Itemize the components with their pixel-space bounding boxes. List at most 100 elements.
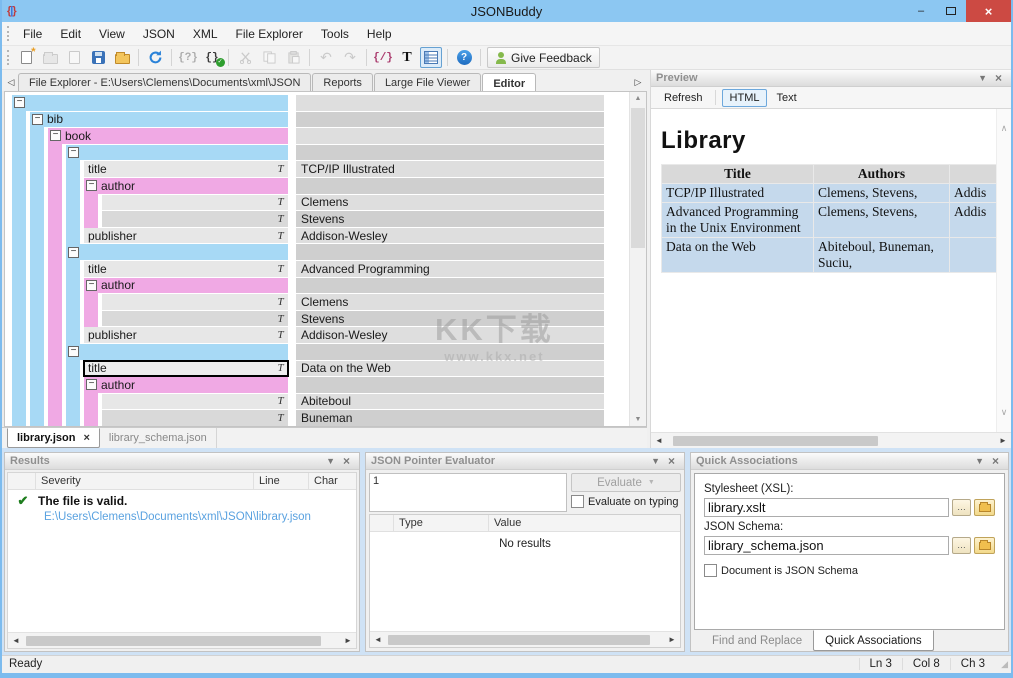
tab-reports[interactable]: Reports: [312, 73, 373, 91]
preview-horizontal-scrollbar[interactable]: ◄ ►: [651, 432, 1011, 448]
scroll-up-icon[interactable]: ∧: [997, 123, 1011, 134]
collapse-icon[interactable]: −: [68, 247, 79, 258]
tree-container-header[interactable]: −: [12, 95, 288, 111]
tab-file[interactable]: File Explorer - E:\Users\Clemens\Documen…: [18, 73, 311, 91]
tree-value-cell[interactable]: Stevens: [296, 311, 604, 327]
close-panel-icon[interactable]: ×: [991, 71, 1006, 85]
tree-name-cell[interactable]: publisherT: [84, 327, 288, 343]
pin-menu-icon[interactable]: ▼: [971, 456, 988, 466]
refresh-button[interactable]: Refresh: [656, 89, 711, 107]
stylesheet-input[interactable]: [704, 498, 949, 517]
menu-xml[interactable]: XML: [184, 23, 227, 45]
tab-scroll-right-icon[interactable]: ▷: [631, 77, 645, 91]
tab-quick-associations[interactable]: Quick Associations: [813, 630, 934, 651]
evaluate-on-typing-checkbox[interactable]: [571, 495, 584, 508]
tree-value-cell[interactable]: [296, 145, 604, 161]
column-value[interactable]: Value: [489, 515, 680, 531]
tree-container-header[interactable]: −: [66, 344, 288, 360]
tab-editor[interactable]: Editor: [482, 73, 536, 92]
column-type[interactable]: Type: [394, 515, 489, 531]
column-severity[interactable]: Severity: [36, 473, 254, 489]
column-line[interactable]: Line: [254, 473, 309, 489]
tree-container-header[interactable]: −: [66, 244, 288, 260]
menu-file-explorer[interactable]: File Explorer: [227, 23, 312, 45]
tree-value-cell[interactable]: [296, 377, 604, 393]
tab-large[interactable]: Large File Viewer: [374, 73, 481, 91]
column-char[interactable]: Char: [309, 473, 356, 489]
scrollbar-thumb[interactable]: [26, 636, 321, 646]
tree-value-cell[interactable]: [296, 128, 604, 144]
tree-value-cell[interactable]: [296, 278, 604, 294]
collapse-icon[interactable]: −: [68, 147, 79, 158]
menu-file[interactable]: File: [14, 23, 51, 45]
browse-schema-button[interactable]: …: [952, 537, 971, 554]
close-button[interactable]: ×: [966, 0, 1011, 22]
refresh-button[interactable]: [144, 47, 166, 68]
help-button[interactable]: ?: [453, 47, 475, 68]
menu-edit[interactable]: Edit: [51, 23, 90, 45]
pin-menu-icon[interactable]: ▼: [974, 73, 991, 83]
close-panel-icon[interactable]: ×: [664, 454, 679, 468]
tree-value-cell[interactable]: Addison-Wesley: [296, 228, 604, 244]
collapse-icon[interactable]: −: [32, 114, 43, 125]
tree-value-cell[interactable]: Advanced Programming: [296, 261, 604, 277]
json-syntax-button[interactable]: {/}: [372, 47, 394, 68]
result-row[interactable]: ✔ The file is valid.: [8, 493, 356, 509]
pin-menu-icon[interactable]: ▼: [647, 456, 664, 466]
check-wellformed-button[interactable]: {}✓: [201, 47, 223, 68]
tree-name-cell[interactable]: T: [102, 394, 288, 410]
grid-view-button[interactable]: [420, 47, 442, 68]
evaluator-horizontal-scrollbar[interactable]: ◄ ►: [370, 631, 680, 647]
menu-json[interactable]: JSON: [134, 23, 184, 45]
pin-menu-icon[interactable]: ▼: [322, 456, 339, 466]
tree-name-cell[interactable]: T: [102, 311, 288, 327]
tab-find-and-replace[interactable]: Find and Replace: [701, 630, 813, 651]
document-is-schema-checkbox[interactable]: [704, 564, 717, 577]
scroll-right-icon[interactable]: ►: [664, 635, 680, 644]
tree-name-cell[interactable]: T: [102, 410, 288, 426]
result-file-link[interactable]: E:\Users\Clemens\Documents\xml\JSON\libr…: [44, 511, 356, 523]
tree-container-header[interactable]: −: [66, 145, 288, 161]
collapse-icon[interactable]: −: [50, 130, 61, 141]
maximize-button[interactable]: [936, 0, 966, 22]
scroll-down-icon[interactable]: ▼: [630, 416, 646, 423]
scroll-down-icon[interactable]: ∨: [997, 407, 1011, 418]
close-panel-icon[interactable]: ×: [988, 454, 1003, 468]
resize-grip-icon[interactable]: ◢: [1001, 659, 1008, 670]
schema-input[interactable]: [704, 536, 949, 555]
tree-value-cell[interactable]: Clemens: [296, 195, 604, 211]
tree-name-cell[interactable]: titleT: [84, 261, 288, 277]
collapse-icon[interactable]: −: [86, 180, 97, 191]
pointer-expression-input[interactable]: 1: [369, 473, 567, 512]
tree-value-cell[interactable]: [296, 178, 604, 194]
new-document-button[interactable]: *: [15, 47, 37, 68]
tree-value-cell[interactable]: [296, 95, 604, 111]
file-tab-library-json[interactable]: library.json ×: [7, 428, 100, 448]
tree-name-cell[interactable]: T: [102, 294, 288, 310]
open-stylesheet-button[interactable]: [974, 499, 995, 516]
scrollbar-thumb[interactable]: [673, 436, 878, 446]
tree-value-cell[interactable]: Stevens: [296, 211, 604, 227]
collapse-icon[interactable]: −: [68, 346, 79, 357]
scrollbar-thumb[interactable]: [388, 635, 650, 645]
open-folder-button[interactable]: [111, 47, 133, 68]
tree-value-cell[interactable]: Buneman: [296, 410, 604, 426]
tree-value-cell[interactable]: Addison-Wesley: [296, 327, 604, 343]
scrollbar-thumb[interactable]: [631, 108, 645, 248]
file-tab-library-schema-json[interactable]: library_schema.json: [100, 428, 217, 448]
evaluate-button[interactable]: Evaluate ▼: [571, 473, 681, 492]
collapse-icon[interactable]: −: [14, 97, 25, 108]
tab-text[interactable]: Text: [769, 90, 803, 106]
preview-vertical-scrollbar[interactable]: ∧ ∨: [996, 109, 1011, 432]
tree-container-header[interactable]: −bib: [30, 112, 288, 128]
collapse-icon[interactable]: −: [86, 280, 97, 291]
tree-container-header[interactable]: −author: [84, 377, 288, 393]
tree-name-cell[interactable]: publisherT: [84, 228, 288, 244]
menu-tools[interactable]: Tools: [312, 23, 358, 45]
tree-value-cell[interactable]: [296, 244, 604, 260]
tree-container-header[interactable]: −author: [84, 178, 288, 194]
tab-html[interactable]: HTML: [722, 89, 768, 107]
tree-name-cell[interactable]: titleT: [84, 161, 288, 177]
scroll-up-icon[interactable]: ▲: [630, 95, 646, 102]
close-tab-icon[interactable]: ×: [83, 432, 89, 444]
